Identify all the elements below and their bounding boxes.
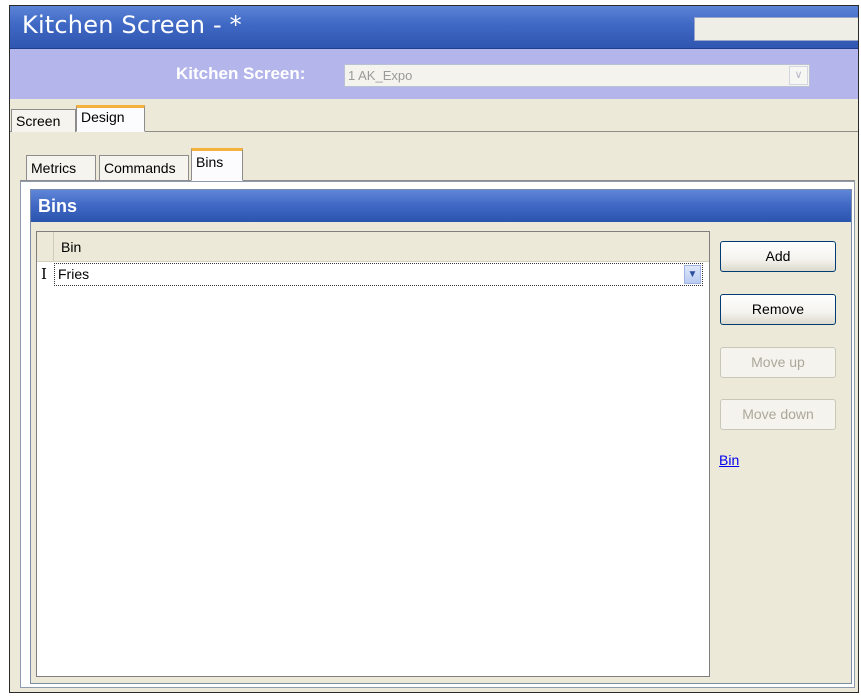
tab-design-label: Design bbox=[81, 109, 125, 125]
column-header-bin[interactable]: Bin bbox=[61, 239, 81, 255]
table-row[interactable]: I Fries ▼ bbox=[37, 262, 709, 288]
grid-header: Bin bbox=[37, 232, 709, 262]
tab-screen[interactable]: Screen bbox=[11, 109, 76, 132]
kitchen-screen-combo[interactable]: 1 AK_Expo ∨ bbox=[344, 64, 810, 87]
move-down-button[interactable]: Move down bbox=[720, 399, 836, 430]
add-button[interactable]: Add bbox=[720, 241, 836, 272]
bin-help-link[interactable]: Bin bbox=[719, 452, 739, 468]
chevron-down-icon[interactable]: ∨ bbox=[789, 66, 808, 85]
remove-button[interactable]: Remove bbox=[720, 294, 836, 325]
title-bar: Kitchen Screen - * bbox=[10, 6, 858, 49]
bins-group: Bins Bin I Fries ▼ Add Remove Move up Mo… bbox=[30, 189, 852, 684]
tab-design[interactable]: Design bbox=[76, 105, 145, 132]
text-cursor-icon: I bbox=[41, 265, 47, 283]
chevron-down-icon[interactable]: ▼ bbox=[684, 265, 701, 284]
tab-commands-label: Commands bbox=[104, 160, 176, 176]
tab-bins[interactable]: Bins bbox=[191, 148, 243, 181]
kitchen-screen-label: Kitchen Screen: bbox=[176, 64, 306, 83]
tab-commands[interactable]: Commands bbox=[99, 155, 189, 180]
tab-metrics-label: Metrics bbox=[31, 160, 77, 176]
tab-bins-label: Bins bbox=[196, 154, 224, 170]
bin-cell-editor[interactable]: Fries ▼ bbox=[54, 263, 703, 286]
kitchen-screen-window: Kitchen Screen - * Kitchen Screen: 1 AK_… bbox=[9, 5, 859, 693]
row-header-cell bbox=[37, 232, 54, 261]
move-up-button[interactable]: Move up bbox=[720, 347, 836, 378]
bins-group-header: Bins bbox=[31, 190, 851, 222]
kitchen-screen-combo-value: 1 AK_Expo bbox=[348, 68, 413, 83]
bin-cell-value: Fries bbox=[58, 266, 90, 282]
window-title: Kitchen Screen - * bbox=[22, 11, 242, 39]
tab-screen-label: Screen bbox=[16, 113, 61, 129]
kitchen-screen-selector-bar: Kitchen Screen: 1 AK_Expo ∨ bbox=[10, 49, 858, 99]
bins-grid[interactable]: Bin I Fries ▼ bbox=[36, 231, 710, 677]
tab-metrics[interactable]: Metrics bbox=[26, 155, 96, 180]
title-search-box[interactable] bbox=[694, 17, 858, 41]
